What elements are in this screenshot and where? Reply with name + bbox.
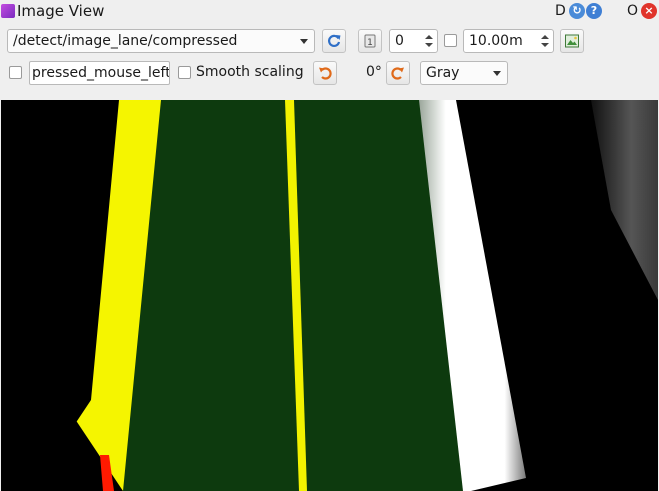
options-button[interactable]: O bbox=[627, 3, 639, 20]
title-bar: Image View D ↻ ? O × bbox=[0, 0, 659, 24]
color-scheme-select[interactable]: Gray bbox=[420, 61, 508, 85]
duration-spinbox-value: 10.00m bbox=[469, 33, 523, 49]
topic-select[interactable]: /detect/image_lane/compressed bbox=[7, 29, 315, 53]
window-title: Image View bbox=[17, 2, 105, 20]
topic-select-value: /detect/image_lane/compressed bbox=[13, 33, 238, 49]
frame-spinbox[interactable]: 0 bbox=[389, 29, 438, 53]
svg-text:1: 1 bbox=[367, 38, 373, 48]
refresh-icon bbox=[328, 34, 341, 47]
lane-image bbox=[1, 100, 658, 491]
rotate-right-icon bbox=[391, 67, 404, 80]
frame-spinbox-value: 0 bbox=[395, 33, 404, 49]
chevron-down-icon bbox=[300, 39, 308, 44]
rotate-left-icon bbox=[319, 67, 332, 80]
chevron-down-icon bbox=[493, 71, 501, 76]
spin-down-icon[interactable] bbox=[541, 43, 549, 47]
zoom-1-icon: 1 bbox=[364, 34, 376, 48]
duration-checkbox[interactable] bbox=[444, 34, 457, 47]
spin-down-icon[interactable] bbox=[425, 43, 433, 47]
spin-up-icon[interactable] bbox=[541, 35, 549, 39]
close-icon[interactable]: × bbox=[641, 3, 657, 19]
smooth-scaling-checkbox[interactable] bbox=[178, 66, 191, 79]
spin-up-icon[interactable] bbox=[425, 35, 433, 39]
help-icon[interactable]: ? bbox=[586, 3, 602, 19]
smooth-scaling-label: Smooth scaling bbox=[196, 64, 304, 80]
rotate-left-button[interactable] bbox=[313, 61, 337, 85]
app-icon bbox=[1, 4, 15, 18]
rotate-right-button[interactable] bbox=[386, 61, 410, 85]
duration-spinbox[interactable]: 10.00m bbox=[463, 29, 554, 53]
save-image-button[interactable] bbox=[560, 29, 584, 53]
save-image-icon bbox=[565, 34, 579, 48]
dock-button[interactable]: D bbox=[555, 3, 569, 20]
toolbar-row-2: pressed_mouse_left Smooth scaling 0° Gra… bbox=[0, 59, 659, 87]
mouse-topic-input[interactable]: pressed_mouse_left bbox=[29, 61, 170, 85]
toolbar-row-1: /detect/image_lane/compressed 1 0 10.00m bbox=[0, 27, 659, 55]
refresh-button[interactable] bbox=[322, 29, 346, 53]
zoom-1-button[interactable]: 1 bbox=[358, 29, 382, 53]
mouse-publish-checkbox[interactable] bbox=[9, 66, 22, 79]
color-scheme-value: Gray bbox=[426, 65, 460, 81]
rotation-label: 0° bbox=[366, 64, 382, 80]
image-display[interactable] bbox=[1, 100, 658, 491]
reload-plugin-icon[interactable]: ↻ bbox=[569, 3, 585, 19]
